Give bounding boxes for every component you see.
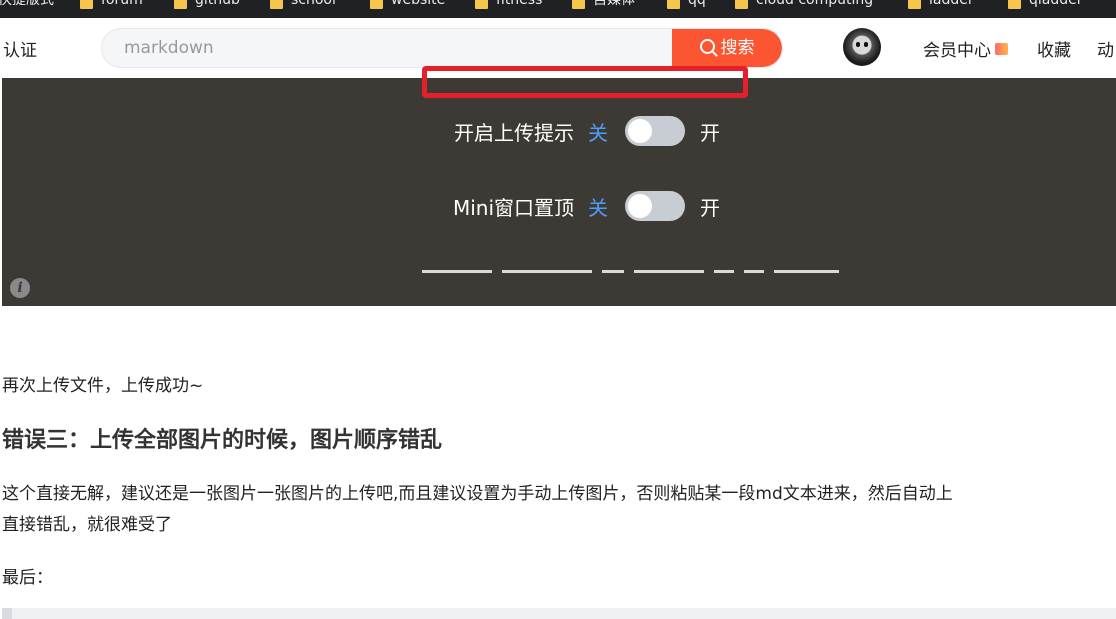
search-icon (699, 39, 715, 54)
highlight-frame (422, 66, 748, 98)
folder-icon (270, 0, 283, 9)
folder-icon (370, 0, 383, 9)
avatar[interactable] (843, 28, 881, 66)
bookmark-label: ladder (929, 0, 974, 8)
bookmark-label: qq (688, 0, 706, 8)
info-icon[interactable]: i (10, 278, 30, 298)
toggle-switch (625, 116, 685, 146)
bookmark-label: school (291, 0, 336, 8)
gift-icon (995, 43, 1008, 55)
bookmark-label: 快捷版式 (0, 0, 54, 8)
nav-certification[interactable]: 认证 (3, 36, 37, 61)
nav-member-center[interactable]: 会员中心 (923, 36, 1008, 61)
toggle-switch (625, 191, 685, 221)
bookmark-item[interactable]: cloud computing (735, 0, 873, 9)
folder-icon (174, 0, 187, 9)
bookmark-item[interactable]: school (270, 0, 336, 9)
screenshot-image: 开启上传提示 关 开 Mini窗口置顶 关 开 i (2, 66, 1116, 306)
toggle-knob (628, 194, 652, 218)
folder-icon (667, 0, 680, 9)
bookmark-item[interactable]: 快捷版式 (0, 0, 54, 9)
cropped-setting-row (422, 264, 892, 274)
folder-icon (80, 0, 93, 9)
bookmarks-bar: 快捷版式 forum github school website fitness… (0, 0, 1116, 18)
paragraph-line: 直接错乱，就很难受了 (2, 515, 172, 535)
bookmark-item[interactable]: forum (80, 0, 143, 9)
bookmark-label: github (195, 0, 240, 8)
search-box: 搜索 (101, 28, 783, 68)
toggle-on-label: 开 (700, 121, 720, 145)
bookmark-item[interactable]: fitness (475, 0, 542, 9)
folder-icon (735, 0, 748, 9)
setting-label: Mini窗口置顶 (452, 196, 574, 220)
setting-row-mini-window: Mini窗口置顶 关 开 (2, 186, 1116, 226)
bookmark-label: 自媒体 (593, 0, 635, 8)
folder-icon (572, 0, 585, 9)
folder-icon (1008, 0, 1021, 9)
folder-icon (475, 0, 488, 9)
paragraph: 最后： (2, 568, 53, 588)
search-button[interactable]: 搜索 (672, 29, 782, 67)
nav-dynamic[interactable]: 动 (1097, 36, 1114, 61)
setting-label: 开启上传提示 (454, 121, 574, 145)
bookmark-item[interactable]: website (370, 0, 445, 9)
bookmark-item[interactable]: ladder (908, 0, 974, 9)
bookmark-label: cloud computing (756, 0, 874, 8)
bookmark-item[interactable]: qq (667, 0, 706, 9)
bookmark-item[interactable]: github (174, 0, 240, 9)
toggle-knob (628, 119, 652, 143)
section-heading: 错误三：上传全部图片的时候，图片顺序错乱 (2, 428, 443, 453)
toggle-off-label: 关 (588, 121, 608, 145)
code-block (2, 608, 1116, 619)
nav-favorites[interactable]: 收藏 (1037, 36, 1071, 61)
bookmark-label: fitness (496, 0, 543, 8)
search-button-label: 搜索 (720, 38, 755, 58)
search-input[interactable] (102, 29, 662, 67)
toggle-off-label: 关 (588, 196, 608, 220)
bookmark-item[interactable]: 自媒体 (572, 0, 635, 9)
setting-row-upload-prompt: 开启上传提示 关 开 (2, 111, 1116, 151)
nav-member-center-label: 会员中心 (923, 41, 991, 61)
bookmark-label: forum (101, 0, 143, 8)
folder-icon (908, 0, 921, 9)
toggle-on-label: 开 (700, 196, 720, 220)
paragraph: 再次上传文件，上传成功~ (2, 376, 204, 396)
bookmark-label: website (391, 0, 446, 8)
bookmark-label: qladder (1029, 0, 1083, 8)
bookmark-item[interactable]: qladder (1008, 0, 1083, 9)
paragraph-line: 这个直接无解，建议还是一张图片一张图片的上传吧,而且建议设置为手动上传图片，否则… (2, 484, 953, 504)
